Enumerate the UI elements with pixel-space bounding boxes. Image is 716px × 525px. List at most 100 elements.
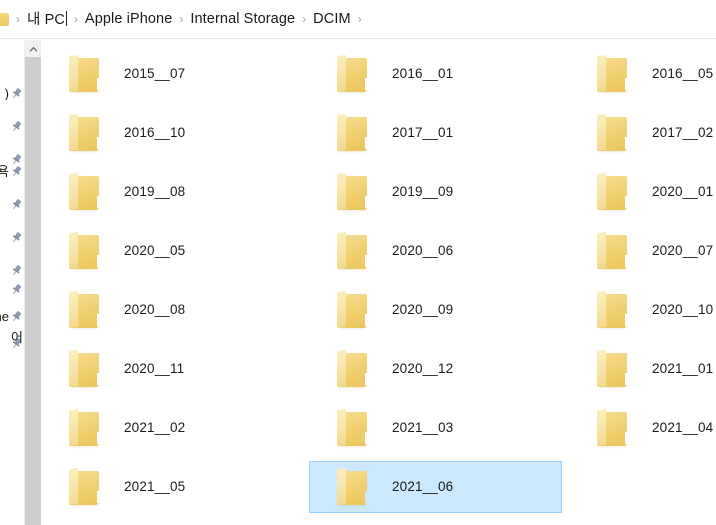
scroll-up-button[interactable] [25,40,41,57]
file-item-label: 2021__01 [652,361,714,377]
nav-item[interactable] [0,260,24,280]
pin-icon[interactable] [10,198,23,211]
chevron-up-icon [29,46,37,52]
pin-icon[interactable] [10,283,23,296]
file-item-label: 2020__06 [392,243,454,259]
file-item-label: 2017__02 [652,125,714,141]
file-item[interactable]: 2021__04 [569,402,716,454]
file-item[interactable]: 2020__12 [309,343,562,395]
folder-icon [328,229,376,273]
file-item-label: 2016__10 [124,125,186,141]
file-item-label: 2016__01 [392,66,454,82]
file-item[interactable]: 2016__05 [569,48,716,100]
breadcrumb-separator[interactable]: › [172,13,190,25]
file-item-label: 2020__01 [652,184,714,200]
pin-icon[interactable] [10,165,23,178]
file-item[interactable]: 2016__01 [309,48,562,100]
breadcrumb-separator[interactable]: › [9,13,27,25]
file-item[interactable]: 2020__08 [41,284,294,336]
folder-icon [328,465,376,509]
file-item-label: 2020__08 [124,302,186,318]
file-item-label: 2021__04 [652,420,714,436]
nav-item[interactable] [0,194,24,214]
folder-icon [60,229,108,273]
file-item-label: 2017__01 [392,125,454,141]
folder-icon [60,52,108,96]
nav-item-label-fragment: 욕 [0,164,9,178]
file-item-label: 2021__02 [124,420,186,436]
file-item[interactable]: 2016__10 [41,107,294,159]
breadcrumb-item-dcim[interactable]: DCIM [313,12,350,27]
address-bar[interactable]: › 내 PC › Apple iPhone › Internal Storage… [0,0,716,39]
nav-item[interactable]: 어 [0,327,24,347]
breadcrumb-item-my-pc[interactable]: 내 PC [27,10,67,28]
folder-icon [60,111,108,155]
pin-icon[interactable] [10,310,23,323]
folder-icon [588,288,636,332]
folder-icon [60,347,108,391]
folder-icon [60,288,108,332]
file-item[interactable]: 2017__01 [309,107,562,159]
file-item[interactable]: 2021__03 [309,402,562,454]
folder-icon [328,111,376,155]
breadcrumb-item-apple-iphone[interactable]: Apple iPhone [85,12,172,27]
pin-icon[interactable] [10,87,23,100]
file-item[interactable]: 2020__05 [41,225,294,277]
nav-item[interactable]: (ㅣ [0,83,24,103]
file-item[interactable]: 2021__05 [41,461,294,513]
file-item-label: 2020__10 [652,302,714,318]
folder-icon [60,465,108,509]
folder-icon [588,170,636,214]
file-item[interactable]: 2020__01 [569,166,716,218]
folder-icon [0,12,9,27]
nav-item[interactable] [0,279,24,299]
folder-icon [60,170,108,214]
file-item[interactable]: 2020__09 [309,284,562,336]
file-explorer-window: › 내 PC › Apple iPhone › Internal Storage… [0,0,716,525]
folder-icon [588,52,636,96]
breadcrumb-separator[interactable]: › [67,13,85,25]
file-item-selected[interactable]: 2021__06 [309,461,562,513]
folder-icon [588,111,636,155]
nav-item-label-fragment: 어 [11,330,23,344]
file-item[interactable]: 2021__02 [41,402,294,454]
file-item[interactable]: 2020__11 [41,343,294,395]
nav-item-label-fragment: (ㅣ [0,86,9,100]
file-item[interactable]: 2020__07 [569,225,716,277]
file-item-label: 2021__06 [392,479,454,495]
breadcrumb-item-internal-storage[interactable]: Internal Storage [190,12,295,27]
pin-icon[interactable] [10,264,23,277]
folder-icon [328,288,376,332]
nav-item[interactable]: ne [0,306,24,326]
nav-item[interactable] [0,227,24,247]
file-item-label: 2020__11 [124,361,185,377]
file-item[interactable]: 2015__07 [41,48,294,100]
navigation-pane[interactable]: (ㅣ 욕 ne 어 [0,39,24,525]
vertical-scrollbar[interactable] [24,40,41,525]
scrollbar-thumb[interactable] [25,57,41,525]
file-item[interactable]: 2020__10 [569,284,716,336]
folder-icon [328,406,376,450]
breadcrumb-separator[interactable]: › [295,13,313,25]
pin-icon[interactable] [10,231,23,244]
pin-icon[interactable] [10,120,23,133]
file-item[interactable]: 2017__02 [569,107,716,159]
file-item-label: 2021__05 [124,479,186,495]
file-item[interactable]: 2020__06 [309,225,562,277]
file-item-label: 2021__03 [392,420,454,436]
file-list[interactable]: 2015__07 2016__01 2016__05 2016__10 2017__01… [41,40,716,525]
file-item-label: 2020__09 [392,302,454,318]
nav-item[interactable]: 욕 [0,161,24,181]
file-item[interactable]: 2019__08 [41,166,294,218]
file-item-label: 2020__05 [124,243,186,259]
file-item-label: 2019__08 [124,184,186,200]
file-item[interactable]: 2021__01 [569,343,716,395]
folder-icon [588,406,636,450]
nav-item[interactable] [0,116,24,136]
folder-icon [328,347,376,391]
breadcrumb-separator-trailing[interactable]: › [351,13,369,25]
folder-icon [588,347,636,391]
breadcrumb-item-my-pc-label: 내 PC [27,11,65,28]
folder-icon [328,52,376,96]
file-item[interactable]: 2019__09 [309,166,562,218]
